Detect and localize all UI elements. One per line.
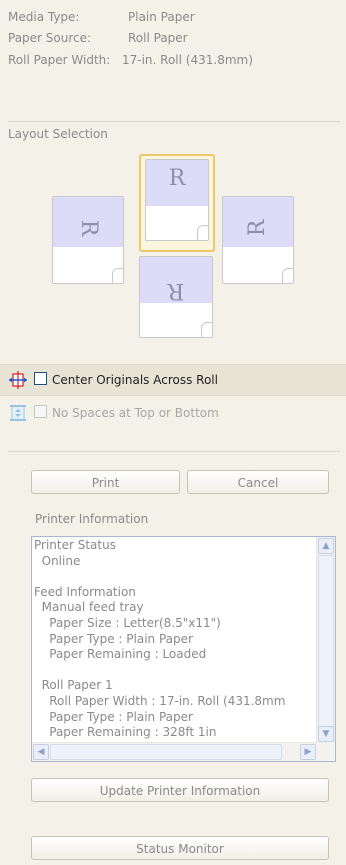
- printer-info-line: Printer Status: [34, 538, 116, 552]
- page-curl: [201, 322, 213, 338]
- printer-info-line: Paper Size : Letter(8.5"x11"): [34, 615, 221, 630]
- page-curl: [112, 268, 124, 284]
- printer-info-line: Online: [34, 553, 81, 568]
- printer-info-line: Roll Paper Width : 17-in. Roll (431.8mm: [34, 693, 286, 708]
- scroll-down-arrow-icon[interactable]: ▼: [318, 726, 334, 742]
- layout-glyph: R: [245, 219, 270, 237]
- printer-info-title: Printer Information: [35, 512, 149, 526]
- roll-width-value: 17-in. Roll (431.8mm): [122, 53, 253, 67]
- layout-tile-rotate-180[interactable]: R: [139, 256, 213, 338]
- layout-glyph: R: [168, 166, 186, 191]
- page-curl: [282, 268, 294, 284]
- paper-source-value: Roll Paper: [128, 31, 188, 45]
- media-type-label: Media Type:: [8, 10, 80, 24]
- update-printer-info-button[interactable]: Update Printer Information: [31, 778, 329, 802]
- no-spaces-label[interactable]: No Spaces at Top or Bottom: [52, 405, 219, 421]
- layout-glyph: R: [167, 278, 185, 303]
- paper-source-label: Paper Source:: [8, 31, 92, 45]
- printer-info-text: Printer Status Online Feed Information M…: [34, 538, 315, 741]
- printer-info-line: Feed Information: [34, 584, 136, 599]
- center-originals-checkbox[interactable]: [34, 372, 47, 385]
- horizontal-scroll-thumb[interactable]: [50, 744, 282, 760]
- vertical-scroll-thumb[interactable]: [318, 555, 334, 731]
- printer-info-line: Paper Type : Plain Paper: [34, 709, 193, 724]
- scroll-right-arrow-icon[interactable]: ▶: [300, 744, 316, 760]
- scroll-corner: [317, 743, 335, 761]
- printer-info-line: Paper Remaining : Loaded: [34, 647, 207, 662]
- roll-width-label: Roll Paper Width:: [8, 53, 111, 67]
- media-type-row: Media Type: Plain Paper: [8, 9, 195, 25]
- separator: [8, 121, 340, 122]
- printer-info-line: Manual feed tray: [34, 600, 144, 615]
- layout-tile-rotate-left[interactable]: R: [52, 196, 124, 284]
- media-type-value: Plain Paper: [128, 10, 195, 24]
- horizontal-scrollbar[interactable]: ◀ ▶: [32, 742, 317, 761]
- scroll-up-arrow-icon[interactable]: ▲: [318, 538, 334, 554]
- paper-source-row: Paper Source: Roll Paper: [8, 30, 188, 46]
- separator: [8, 451, 340, 452]
- printer-info-line: [34, 569, 315, 585]
- center-originals-row[interactable]: Center Originals Across Roll: [0, 364, 346, 396]
- no-spaces-checkbox[interactable]: [34, 405, 47, 418]
- printer-info-box[interactable]: Printer Status Online Feed Information M…: [31, 536, 336, 762]
- page-curl: [197, 225, 209, 241]
- status-monitor-button[interactable]: Status Monitor: [31, 836, 329, 860]
- roll-width-row: Roll Paper Width: 17-in. Roll (431.8mm): [8, 52, 253, 68]
- center-originals-label[interactable]: Center Originals Across Roll: [52, 372, 218, 388]
- layout-glyph: R: [76, 219, 101, 237]
- no-spaces-row[interactable]: No Spaces at Top or Bottom: [0, 398, 346, 428]
- vertical-compress-icon: [10, 405, 26, 421]
- printer-info-line: Paper Remaining : 328ft 1in: [34, 725, 217, 740]
- layout-tile-rotate-right[interactable]: R: [222, 196, 294, 284]
- vertical-scrollbar[interactable]: ▲ ▼: [316, 537, 335, 743]
- center-crosshair-icon: [9, 371, 27, 389]
- printer-info-line: Roll Paper 1: [34, 678, 113, 693]
- cancel-button[interactable]: Cancel: [187, 470, 329, 494]
- printer-info-line: Paper Type : Plain Paper: [34, 631, 193, 646]
- layout-tile-normal[interactable]: R: [145, 159, 209, 241]
- scroll-left-arrow-icon[interactable]: ◀: [33, 744, 49, 760]
- printer-info-line: [34, 663, 315, 679]
- print-button[interactable]: Print: [31, 470, 180, 494]
- layout-selection-title: Layout Selection: [8, 127, 108, 141]
